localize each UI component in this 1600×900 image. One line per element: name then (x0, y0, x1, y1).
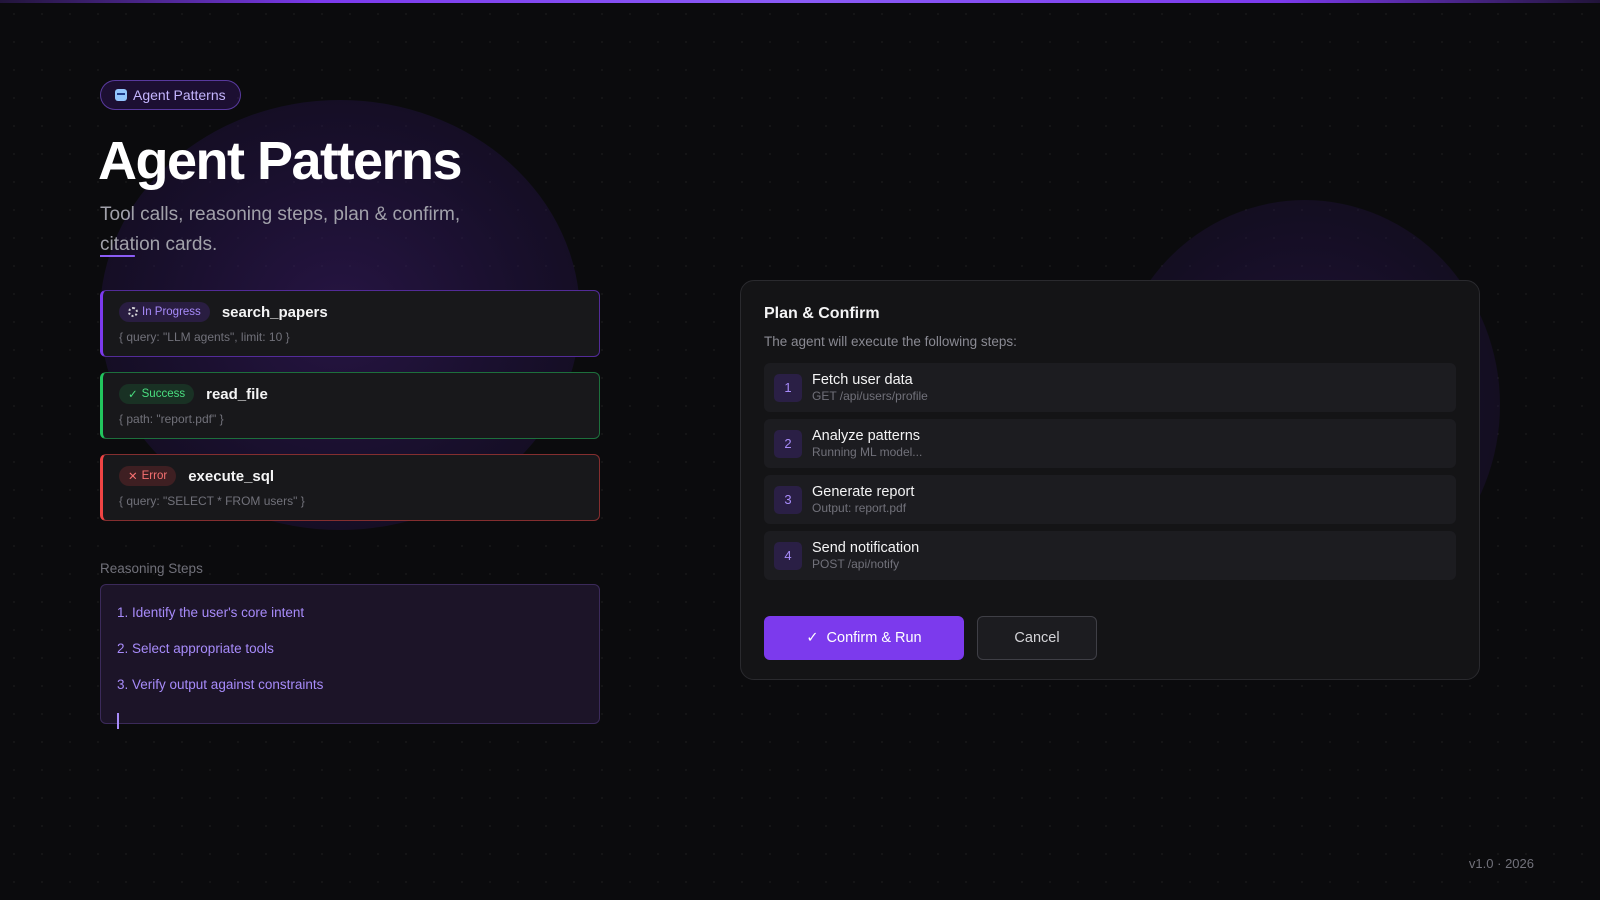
step-number: 2 (774, 429, 802, 458)
tool-args: { query: "LLM agents", limit: 10 } (119, 330, 290, 344)
status-label: In Progress (142, 306, 201, 318)
reasoning-steps-box[interactable]: 1. Identify the user's core intent 2. Se… (100, 584, 600, 729)
status-badge: ✓ Success (119, 384, 195, 404)
tool-call-card[interactable]: ✕ Error execute_sql { query: "SELECT * F… (100, 454, 600, 521)
tool-call-card[interactable]: ✓ Success read_file { path: "report.pdf"… (100, 372, 600, 439)
plan-actions: ✓ Confirm & Run Cancel (764, 616, 1097, 660)
tool-name: execute_sql (188, 467, 275, 485)
year-text: 2026 (1505, 856, 1534, 871)
tool-name: search_papers (221, 303, 328, 321)
robot-icon (115, 89, 127, 101)
step-number: 3 (774, 485, 802, 514)
confirm-run-button[interactable]: ✓ Confirm & Run (764, 616, 964, 660)
status-badge: In Progress (119, 302, 210, 322)
tool-args: { path: "report.pdf" } (119, 412, 224, 426)
step-title: Fetch user data (812, 371, 913, 388)
page-title: Agent Patterns (98, 131, 463, 191)
plan-step: 1 Fetch user data GET /api/users/profile (764, 363, 1456, 412)
status-label: Error (141, 470, 168, 482)
footer-version: v1.0 · 2026 (1469, 856, 1534, 871)
x-icon: ✕ (128, 471, 138, 483)
step-number: 1 (774, 373, 802, 402)
check-icon: ✓ (806, 630, 819, 646)
page-subtitle: Tool calls, reasoning steps, plan & conf… (100, 200, 500, 260)
status-label: Success (141, 388, 186, 400)
reasoning-label: Reasoning Steps (100, 561, 203, 576)
plan-title: Plan & Confirm (764, 305, 880, 322)
step-detail: POST /api/notify (812, 556, 900, 571)
plan-confirm-panel: Plan & Confirm The agent will execute th… (740, 280, 1480, 680)
reasoning-step: 1. Identify the user's core intent (117, 605, 305, 620)
plan-steps-list: 1 Fetch user data GET /api/users/profile… (764, 363, 1456, 580)
pill-label: Agent Patterns (133, 87, 226, 103)
plan-step: 3 Generate report Output: report.pdf (764, 475, 1456, 524)
tool-args: { query: "SELECT * FROM users" } (119, 494, 305, 508)
plan-description: The agent will execute the following ste… (764, 334, 1017, 349)
step-title: Generate report (812, 483, 915, 500)
tool-name: read_file (206, 385, 268, 403)
reasoning-step: 2. Select appropriate tools (117, 641, 274, 656)
cancel-button[interactable]: Cancel (977, 616, 1097, 660)
step-number: 4 (774, 541, 802, 570)
step-title: Analyze patterns (812, 427, 921, 444)
plan-step: 2 Analyze patterns Running ML model... (764, 419, 1456, 468)
reasoning-step: 3. Verify output against constraints (117, 677, 324, 692)
text-cursor (117, 713, 119, 729)
category-pill: Agent Patterns (100, 80, 241, 110)
step-detail: Output: report.pdf (812, 500, 907, 515)
separator: · (1497, 856, 1502, 871)
step-detail: GET /api/users/profile (812, 388, 928, 403)
step-detail: Running ML model... (812, 444, 923, 459)
confirm-label: Confirm & Run (826, 630, 922, 646)
subtitle-text: ion cards. (134, 234, 218, 255)
status-badge: ✕ Error (119, 466, 177, 486)
subtitle-text: Tool calls, reasoning steps, plan & conf… (100, 204, 461, 225)
step-title: Send notification (812, 539, 920, 556)
spinner-icon (128, 307, 138, 317)
version-text: v1.0 (1468, 856, 1494, 871)
subtitle-underlined-text: citat (100, 234, 135, 255)
check-icon: ✓ (128, 389, 138, 401)
tool-call-card[interactable]: In Progress search_papers { query: "LLM … (100, 290, 600, 357)
plan-step: 4 Send notification POST /api/notify (764, 531, 1456, 580)
